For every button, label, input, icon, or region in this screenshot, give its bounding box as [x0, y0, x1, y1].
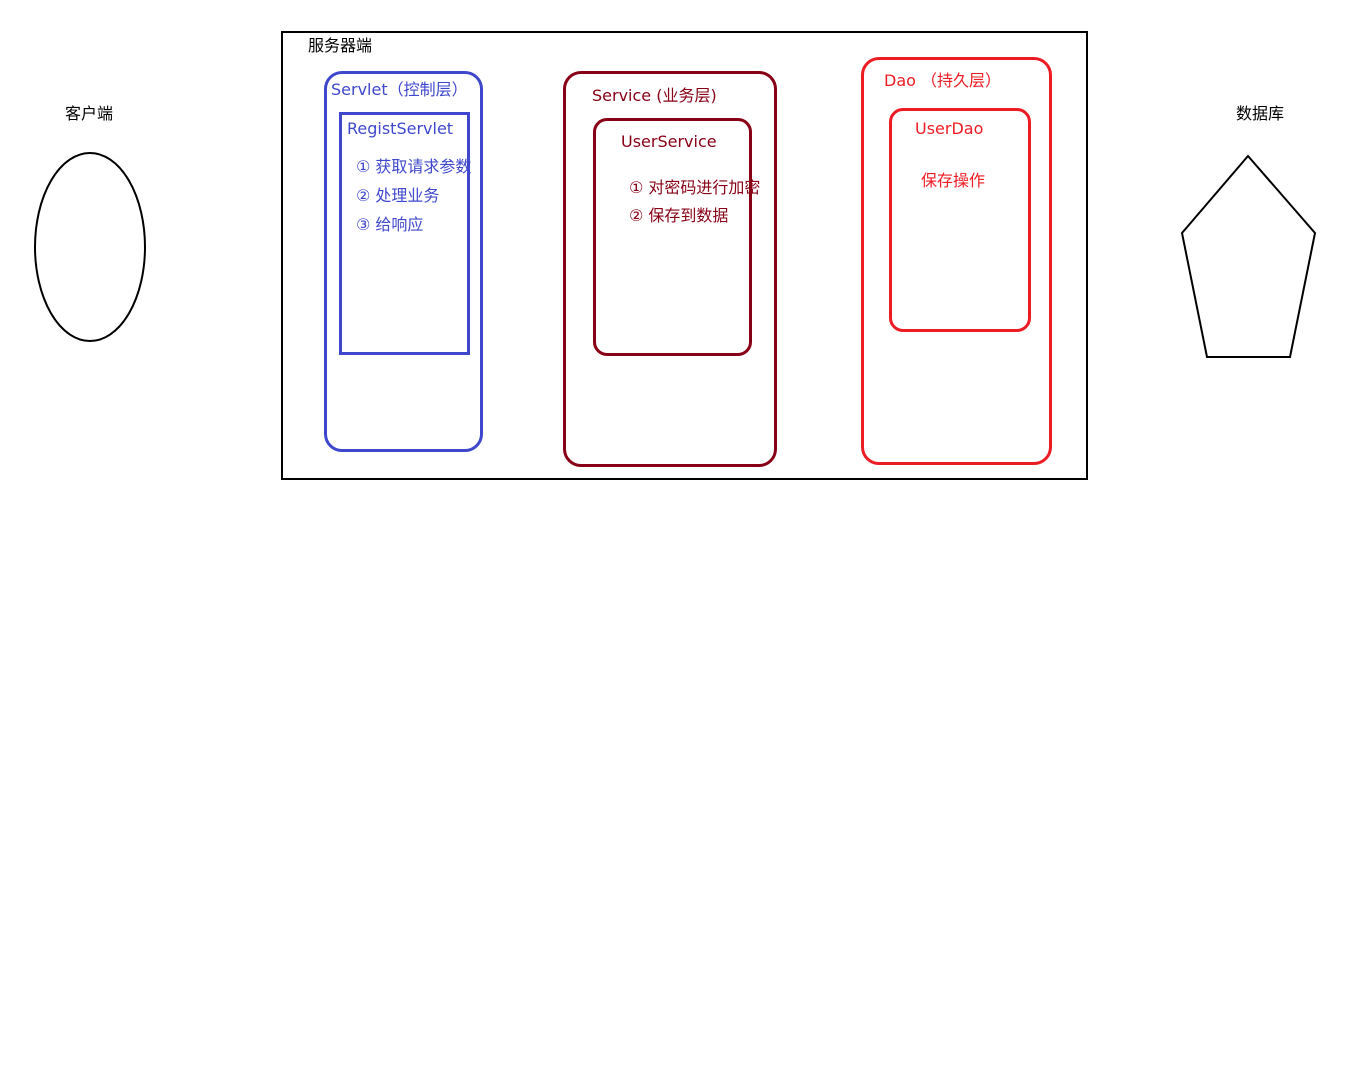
- service-step-2: ② 保存到数据: [629, 206, 729, 225]
- dao-layer-label: Dao （持久层）: [884, 71, 1002, 90]
- database-label: 数据库: [1236, 104, 1285, 123]
- client-ellipse: [34, 152, 146, 342]
- servlet-layer-label: Servlet（控制层）: [331, 80, 468, 99]
- user-dao-box: [889, 108, 1031, 332]
- server-label: 服务器端: [308, 36, 373, 55]
- user-dao-name: UserDao: [915, 119, 984, 138]
- client-label: 客户端: [65, 104, 114, 123]
- servlet-step-3: ③ 给响应: [356, 215, 424, 234]
- service-layer-label: Service (业务层): [592, 86, 717, 105]
- servlet-step-1: ① 获取请求参数: [356, 157, 472, 176]
- regist-servlet-name: RegistServlet: [347, 119, 454, 138]
- database-pentagon: [1180, 154, 1317, 358]
- diagram-canvas: { "client": { "label": "客户端" }, "databas…: [0, 0, 1356, 1081]
- user-service-box: [593, 118, 752, 356]
- dao-step-1: 保存操作: [921, 171, 986, 190]
- service-step-1: ① 对密码进行加密: [629, 178, 761, 197]
- servlet-step-2: ② 处理业务: [356, 186, 440, 205]
- user-service-name: UserService: [621, 132, 717, 151]
